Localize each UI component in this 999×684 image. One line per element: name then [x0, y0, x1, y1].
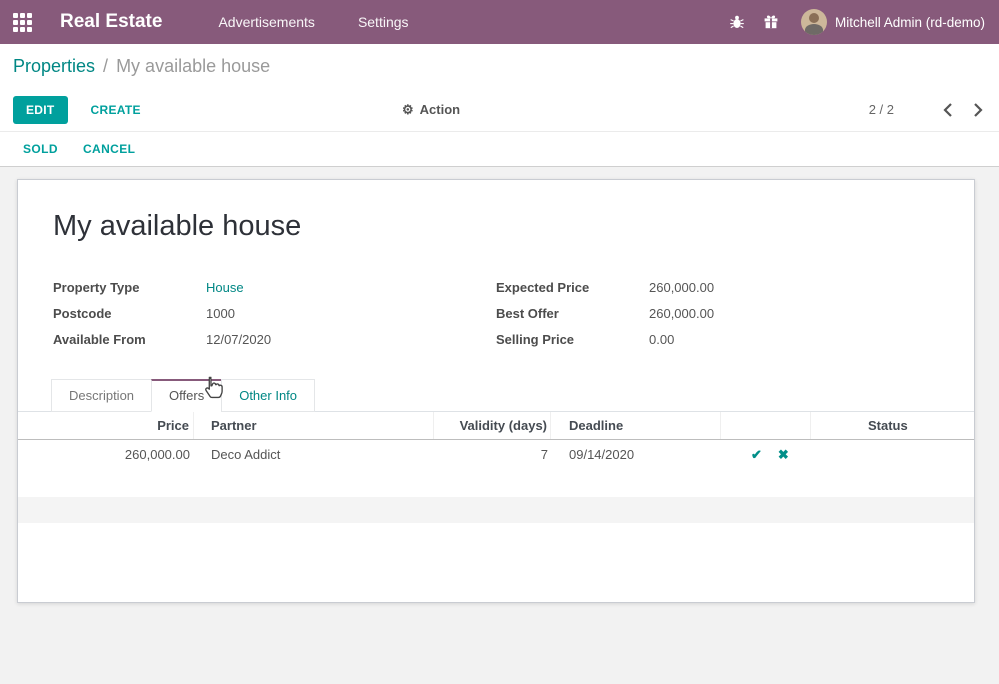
top-navbar: Real Estate Advertisements Settings Mitc… [0, 0, 999, 44]
field-label-postcode: Postcode [53, 306, 206, 321]
offers-table-header: Price Partner Validity (days) Deadline S… [18, 412, 974, 440]
notebook-tabs: Description Offers Other Info [18, 379, 974, 412]
navbar-right: Mitchell Admin (rd-demo) [729, 9, 999, 35]
create-button[interactable]: CREATE [85, 102, 147, 118]
pager-previous-icon[interactable] [943, 103, 952, 117]
field-group-right: Expected Price 260,000.00 Best Offer 260… [496, 280, 939, 358]
user-menu[interactable]: Mitchell Admin (rd-demo) [835, 15, 985, 30]
field-value-expected-price: 260,000.00 [649, 280, 714, 295]
apps-grid-icon[interactable] [13, 13, 32, 32]
pager: 2 / 2 [869, 102, 983, 117]
offers-table: Price Partner Validity (days) Deadline S… [18, 412, 974, 523]
offer-row[interactable]: 260,000.00 Deco Addict 7 09/14/2020 ✔ ✖ [18, 440, 974, 469]
field-label-expected-price: Expected Price [496, 280, 649, 295]
gift-icon[interactable] [763, 14, 779, 30]
gear-icon: ⚙ [402, 102, 414, 118]
pager-count: 2 / 2 [869, 102, 894, 117]
bug-icon[interactable] [729, 14, 745, 30]
tab-offers[interactable]: Offers [151, 379, 222, 412]
sold-button[interactable]: SOLD [23, 142, 58, 156]
field-group-left: Property Type House Postcode 1000 Availa… [53, 280, 496, 358]
menu-advertisements[interactable]: Advertisements [218, 14, 314, 30]
accept-offer-icon[interactable]: ✔ [751, 447, 762, 463]
field-label-property-type: Property Type [53, 280, 206, 295]
action-menu[interactable]: ⚙ Action [402, 88, 460, 131]
record-title[interactable]: My available house [53, 210, 974, 243]
field-value-property-type[interactable]: House [206, 280, 244, 295]
pager-next-icon[interactable] [974, 103, 983, 117]
breadcrumb-current: My available house [116, 56, 270, 77]
field-label-selling-price: Selling Price [496, 332, 649, 347]
field-value-best-offer: 260,000.00 [649, 306, 714, 321]
app-title[interactable]: Real Estate [60, 11, 162, 33]
empty-row [18, 497, 974, 523]
field-value-postcode: 1000 [206, 306, 235, 321]
column-header-price[interactable]: Price [18, 412, 194, 439]
user-avatar[interactable] [801, 9, 827, 35]
field-groups: Property Type House Postcode 1000 Availa… [53, 280, 939, 358]
edit-button[interactable]: EDIT [13, 96, 68, 124]
column-header-actions [721, 412, 811, 439]
column-header-validity[interactable]: Validity (days) [434, 412, 551, 439]
offer-actions: ✔ ✖ [721, 447, 811, 463]
offer-validity: 7 [434, 447, 551, 462]
breadcrumb-parent[interactable]: Properties [13, 56, 95, 77]
tab-description[interactable]: Description [51, 379, 152, 412]
action-label: Action [420, 102, 460, 117]
offer-partner: Deco Addict [194, 447, 434, 462]
refuse-offer-icon[interactable]: ✖ [778, 447, 789, 463]
field-label-best-offer: Best Offer [496, 306, 649, 321]
breadcrumb: Properties / My available house [0, 44, 999, 88]
column-header-deadline[interactable]: Deadline [551, 412, 721, 439]
menu-settings[interactable]: Settings [358, 14, 409, 30]
column-header-status[interactable]: Status [811, 418, 974, 433]
field-value-available-from: 12/07/2020 [206, 332, 271, 347]
cancel-button[interactable]: CANCEL [83, 142, 135, 156]
tab-other-info[interactable]: Other Info [221, 379, 315, 412]
empty-row [18, 469, 974, 497]
control-panel: EDIT CREATE ⚙ Action 2 / 2 [0, 88, 999, 131]
field-value-selling-price: 0.00 [649, 332, 674, 347]
form-sheet: My available house Property Type House P… [17, 179, 975, 603]
field-label-available-from: Available From [53, 332, 206, 347]
column-header-partner[interactable]: Partner [194, 412, 434, 439]
offer-deadline: 09/14/2020 [551, 447, 721, 462]
statusbar: SOLD CANCEL [0, 131, 999, 167]
offer-price: 260,000.00 [18, 447, 194, 462]
breadcrumb-separator: / [103, 56, 108, 77]
form-view: My available house Property Type House P… [0, 167, 999, 603]
